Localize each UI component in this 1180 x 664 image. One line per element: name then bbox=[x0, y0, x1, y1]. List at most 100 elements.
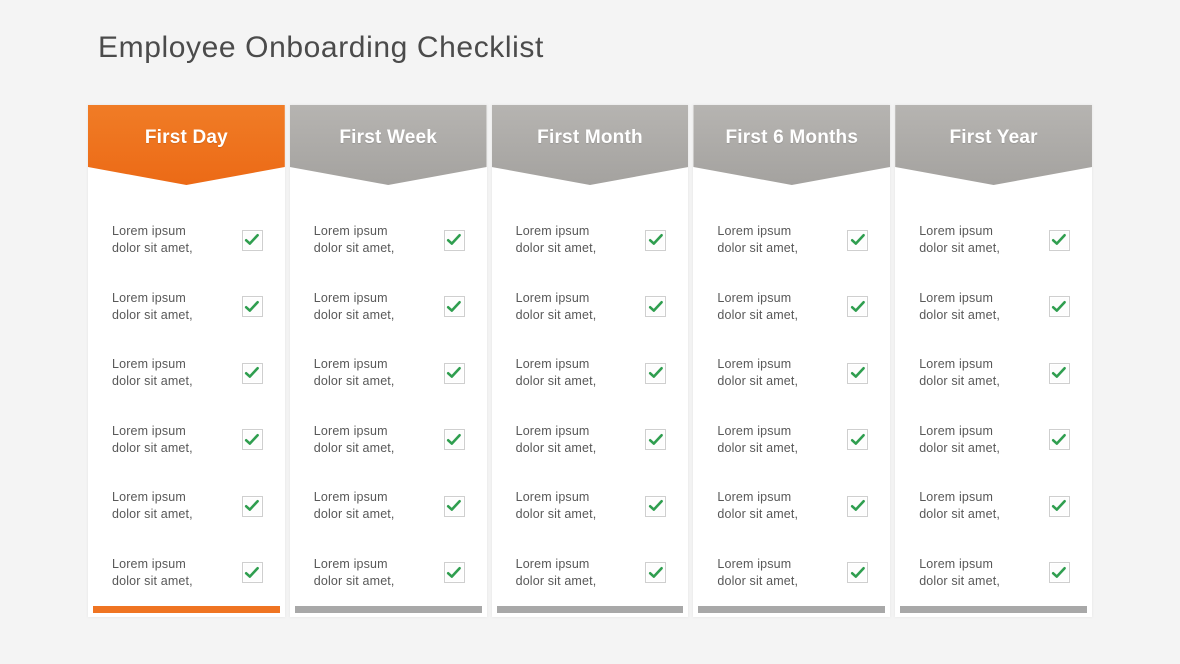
checklist-item-label: Lorem ipsum dolor sit amet, bbox=[313, 224, 395, 256]
column-header-label: First Week bbox=[339, 127, 438, 148]
checklist-row: Lorem ipsum dolor sit amet, bbox=[112, 274, 263, 341]
checklist-row: Lorem ipsum dolor sit amet, bbox=[314, 274, 465, 341]
checklist-checkbox[interactable] bbox=[645, 495, 667, 517]
checklist-column: First Month Lorem ipsum dolor sit amet, Lo… bbox=[491, 105, 689, 617]
check-icon bbox=[1052, 433, 1067, 445]
check-icon bbox=[648, 234, 663, 246]
checklist-item-label: Lorem ipsum dolor sit amet, bbox=[313, 556, 395, 588]
checklist-checkbox[interactable] bbox=[645, 362, 667, 384]
checklist-row: Lorem ipsum dolor sit amet, bbox=[314, 207, 465, 274]
checklist-checkbox[interactable] bbox=[443, 429, 465, 451]
checklist-row: Lorem ipsum dolor sit amet, bbox=[717, 473, 869, 540]
checklist-item-label: Lorem ipsum dolor sit amet, bbox=[515, 290, 597, 322]
checklist-item-label: Lorem ipsum dolor sit amet, bbox=[313, 423, 395, 455]
column-header: First Day bbox=[88, 105, 285, 185]
column-footer-bar bbox=[698, 606, 886, 613]
checklist-checkbox[interactable] bbox=[443, 495, 465, 517]
check-icon bbox=[850, 566, 865, 578]
checklist-checkbox[interactable] bbox=[443, 362, 465, 384]
check-icon bbox=[1052, 566, 1067, 578]
checklist-checkbox[interactable] bbox=[645, 229, 667, 251]
column-header: First Week bbox=[289, 105, 487, 185]
checklist-item-label: Lorem ipsum dolor sit amet, bbox=[515, 357, 597, 389]
column-header: First Year bbox=[895, 105, 1092, 185]
column-header-label: First Year bbox=[949, 127, 1038, 148]
checklist-row: Lorem ipsum dolor sit amet, bbox=[717, 540, 869, 607]
checklist-item-label: Lorem ipsum dolor sit amet, bbox=[112, 423, 193, 455]
checklist-checkbox[interactable] bbox=[241, 296, 263, 318]
checklist-row: Lorem ipsum dolor sit amet, bbox=[112, 340, 263, 407]
column-header-label: First Day bbox=[144, 127, 228, 148]
checklist-row: Lorem ipsum dolor sit amet, bbox=[919, 340, 1070, 407]
checklist-rows: Lorem ipsum dolor sit amet, Lorem ipsum d… bbox=[895, 177, 1092, 606]
check-icon bbox=[648, 433, 663, 445]
checklist-checkbox[interactable] bbox=[847, 296, 869, 318]
checklist-row: Lorem ipsum dolor sit amet, bbox=[717, 207, 869, 274]
checklist-item-label: Lorem ipsum dolor sit amet, bbox=[313, 357, 395, 389]
checklist-checkbox[interactable] bbox=[847, 495, 869, 517]
check-icon bbox=[245, 367, 260, 379]
checklist-row: Lorem ipsum dolor sit amet, bbox=[314, 473, 465, 540]
check-icon bbox=[1052, 500, 1067, 512]
checklist-row: Lorem ipsum dolor sit amet, bbox=[717, 340, 869, 407]
checklist-column: First Year Lorem ipsum dolor sit amet, Lor… bbox=[895, 105, 1092, 617]
checklist-item-label: Lorem ipsum dolor sit amet, bbox=[515, 556, 597, 588]
checklist-checkbox[interactable] bbox=[241, 562, 263, 584]
checklist-checkbox[interactable] bbox=[645, 296, 667, 318]
checklist-item-label: Lorem ipsum dolor sit amet, bbox=[112, 357, 193, 389]
checklist-item-label: Lorem ipsum dolor sit amet, bbox=[112, 290, 193, 322]
checklist-checkbox[interactable] bbox=[645, 562, 667, 584]
checklist-row: Lorem ipsum dolor sit amet, bbox=[112, 207, 263, 274]
checklist-rows: Lorem ipsum dolor sit amet, Lorem ipsum d… bbox=[290, 177, 487, 606]
checklist-checkbox[interactable] bbox=[847, 229, 869, 251]
checklist-checkbox[interactable] bbox=[645, 429, 667, 451]
checklist-item-label: Lorem ipsum dolor sit amet, bbox=[919, 290, 1000, 322]
checklist-item-label: Lorem ipsum dolor sit amet, bbox=[717, 490, 799, 522]
checklist-row: Lorem ipsum dolor sit amet, bbox=[516, 274, 667, 341]
check-icon bbox=[648, 500, 663, 512]
checklist-item-label: Lorem ipsum dolor sit amet, bbox=[112, 490, 193, 522]
column-footer-bar bbox=[496, 606, 684, 613]
checklist-checkbox[interactable] bbox=[241, 495, 263, 517]
checklist-item-label: Lorem ipsum dolor sit amet, bbox=[515, 423, 597, 455]
check-icon bbox=[245, 234, 260, 246]
checklist-item-label: Lorem ipsum dolor sit amet, bbox=[515, 224, 597, 256]
checklist-checkbox[interactable] bbox=[1048, 229, 1070, 251]
checklist-rows: Lorem ipsum dolor sit amet, Lorem ipsum d… bbox=[693, 177, 890, 606]
check-icon bbox=[850, 367, 865, 379]
checklist-checkbox[interactable] bbox=[1048, 495, 1070, 517]
checklist-checkbox[interactable] bbox=[1048, 296, 1070, 318]
checklist-checkbox[interactable] bbox=[241, 429, 263, 451]
checklist-row: Lorem ipsum dolor sit amet, bbox=[112, 407, 263, 474]
checklist-checkbox[interactable] bbox=[847, 562, 869, 584]
column-header: First Month bbox=[491, 105, 689, 185]
column-header-label: First 6 Months bbox=[725, 127, 859, 148]
checklist-checkbox[interactable] bbox=[443, 562, 465, 584]
checklist-rows: Lorem ipsum dolor sit amet, Lorem ipsum d… bbox=[88, 177, 285, 606]
checklist-row: Lorem ipsum dolor sit amet, bbox=[112, 540, 263, 607]
checklist-item-label: Lorem ipsum dolor sit amet, bbox=[919, 224, 1000, 256]
check-icon bbox=[446, 367, 461, 379]
checklist-checkbox[interactable] bbox=[1048, 362, 1070, 384]
column-header: First 6 Months bbox=[693, 105, 891, 185]
checklist-row: Lorem ipsum dolor sit amet, bbox=[717, 407, 869, 474]
checklist-item-label: Lorem ipsum dolor sit amet, bbox=[919, 423, 1000, 455]
checklist-row: Lorem ipsum dolor sit amet, bbox=[516, 340, 667, 407]
checklist-checkbox[interactable] bbox=[443, 229, 465, 251]
checklist-checkbox[interactable] bbox=[241, 362, 263, 384]
checklist-row: Lorem ipsum dolor sit amet, bbox=[314, 540, 465, 607]
checklist-checkbox[interactable] bbox=[1048, 562, 1070, 584]
checklist-row: Lorem ipsum dolor sit amet, bbox=[919, 274, 1070, 341]
checklist-checkbox[interactable] bbox=[847, 429, 869, 451]
checklist-item-label: Lorem ipsum dolor sit amet, bbox=[717, 423, 799, 455]
checklist-checkbox[interactable] bbox=[241, 229, 263, 251]
check-icon bbox=[446, 433, 461, 445]
checklist-checkbox[interactable] bbox=[847, 362, 869, 384]
checklist-row: Lorem ipsum dolor sit amet, bbox=[314, 340, 465, 407]
checklist-rows: Lorem ipsum dolor sit amet, Lorem ipsum d… bbox=[492, 177, 689, 606]
checklist-checkbox[interactable] bbox=[443, 296, 465, 318]
check-icon bbox=[446, 566, 461, 578]
check-icon bbox=[446, 234, 461, 246]
checklist-checkbox[interactable] bbox=[1048, 429, 1070, 451]
check-icon bbox=[850, 433, 865, 445]
